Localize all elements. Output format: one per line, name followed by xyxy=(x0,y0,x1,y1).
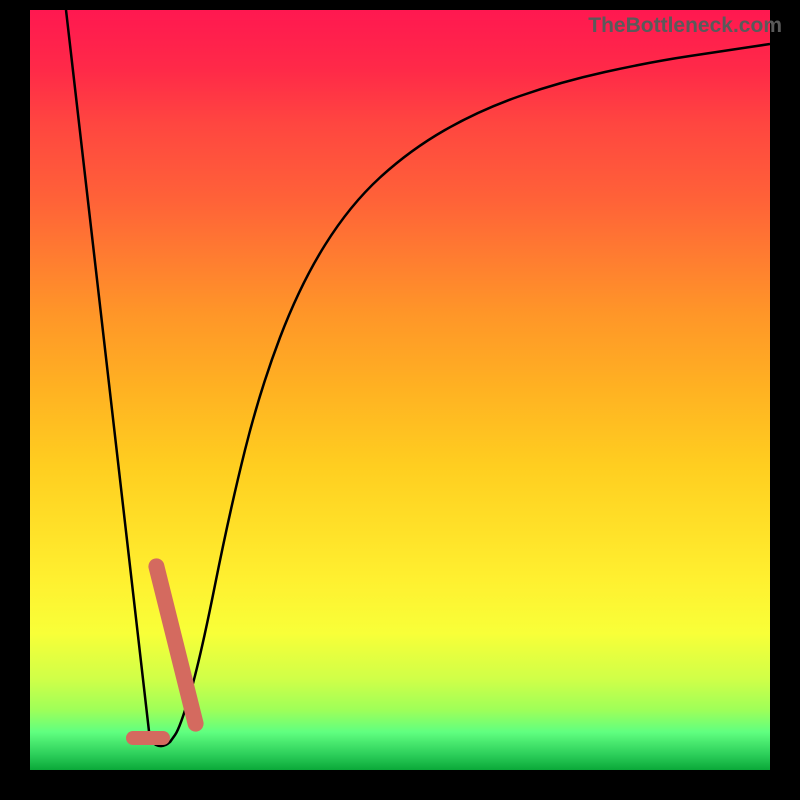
highlight-segment-horizontal xyxy=(126,731,170,745)
chart-curve xyxy=(30,10,770,770)
watermark-text: TheBottleneck.com xyxy=(588,14,782,38)
